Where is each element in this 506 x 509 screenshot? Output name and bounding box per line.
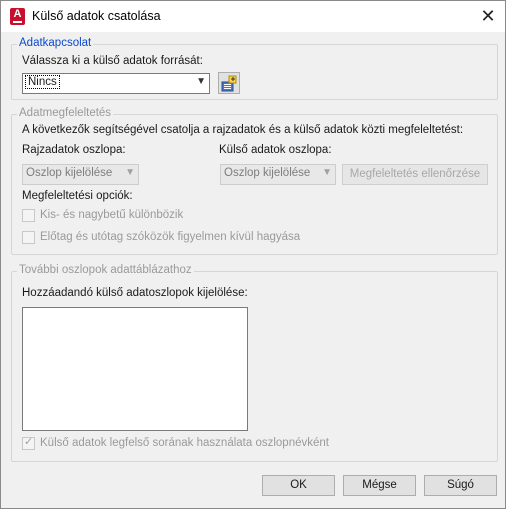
ignore-whitespace-label: Előtag és utótag szóközök figyelmen kívü… — [40, 231, 301, 243]
cancel-button[interactable]: Mégse — [343, 475, 416, 496]
drawing-column-dropdown[interactable]: Oszlop kijelölése ▼ — [22, 164, 139, 185]
drawing-column-label: Rajzadatok oszlopa: — [22, 144, 126, 156]
browse-source-button[interactable] — [218, 72, 240, 94]
external-column-dropdown[interactable]: Oszlop kijelölése ▼ — [220, 164, 336, 185]
autocad-app-icon: A — [10, 8, 25, 25]
extra-columns-label: Hozzáadandó külső adatoszlopok kijelölés… — [22, 287, 248, 299]
case-sensitive-label: Kis- és nagybetű különbözik — [40, 209, 184, 221]
help-button[interactable]: Súgó — [424, 475, 497, 496]
extra-columns-group: További oszlopok adattáblázathoz Hozzáad… — [11, 264, 498, 462]
case-sensitive-checkbox[interactable] — [22, 209, 35, 222]
drawing-column-value: Oszlop kijelölése — [26, 167, 113, 179]
chevron-down-icon: ▼ — [125, 167, 135, 178]
mapping-description: A következők segítségével csatolja a raj… — [22, 124, 464, 136]
first-row-header-checkbox[interactable] — [22, 435, 35, 450]
first-row-header-label: Külső adatok legfelső sorának használata… — [40, 437, 329, 449]
source-label: Válassza ki a külső adatok forrását: — [22, 55, 203, 67]
ok-button[interactable]: OK — [262, 475, 335, 496]
data-connection-group: Adatkapcsolat Válassza ki a külső adatok… — [11, 37, 498, 100]
data-source-manager-icon — [221, 75, 237, 92]
source-dropdown-value: Nincs — [25, 75, 60, 89]
data-mapping-legend: Adatmegfeleltetés — [17, 107, 114, 119]
data-mapping-group: Adatmegfeleltetés A következők segítségé… — [11, 107, 498, 255]
extra-columns-legend: További oszlopok adattáblázathoz — [17, 264, 194, 276]
extra-columns-listbox[interactable] — [22, 307, 248, 431]
dialog-title: Külső adatok csatolása — [32, 9, 161, 23]
mapping-options-label: Megfeleltetési opciók: — [22, 190, 133, 202]
chevron-down-icon: ▼ — [196, 76, 206, 87]
external-column-value: Oszlop kijelölése — [224, 167, 311, 179]
title-bar: A Külső adatok csatolása ✕ — [1, 1, 505, 32]
chevron-down-icon: ▼ — [322, 167, 332, 178]
external-column-label: Külső adatok oszlopa: — [219, 144, 332, 156]
close-button[interactable]: ✕ — [471, 1, 505, 32]
data-connection-legend: Adatkapcsolat — [17, 37, 94, 49]
check-mapping-button[interactable]: Megfeleltetés ellenőrzése — [342, 164, 488, 185]
source-dropdown[interactable]: Nincs ▼ — [22, 73, 210, 94]
ignore-whitespace-checkbox[interactable] — [22, 231, 35, 244]
dialog-window: A Külső adatok csatolása ✕ Adatkapcsolat… — [0, 0, 506, 509]
